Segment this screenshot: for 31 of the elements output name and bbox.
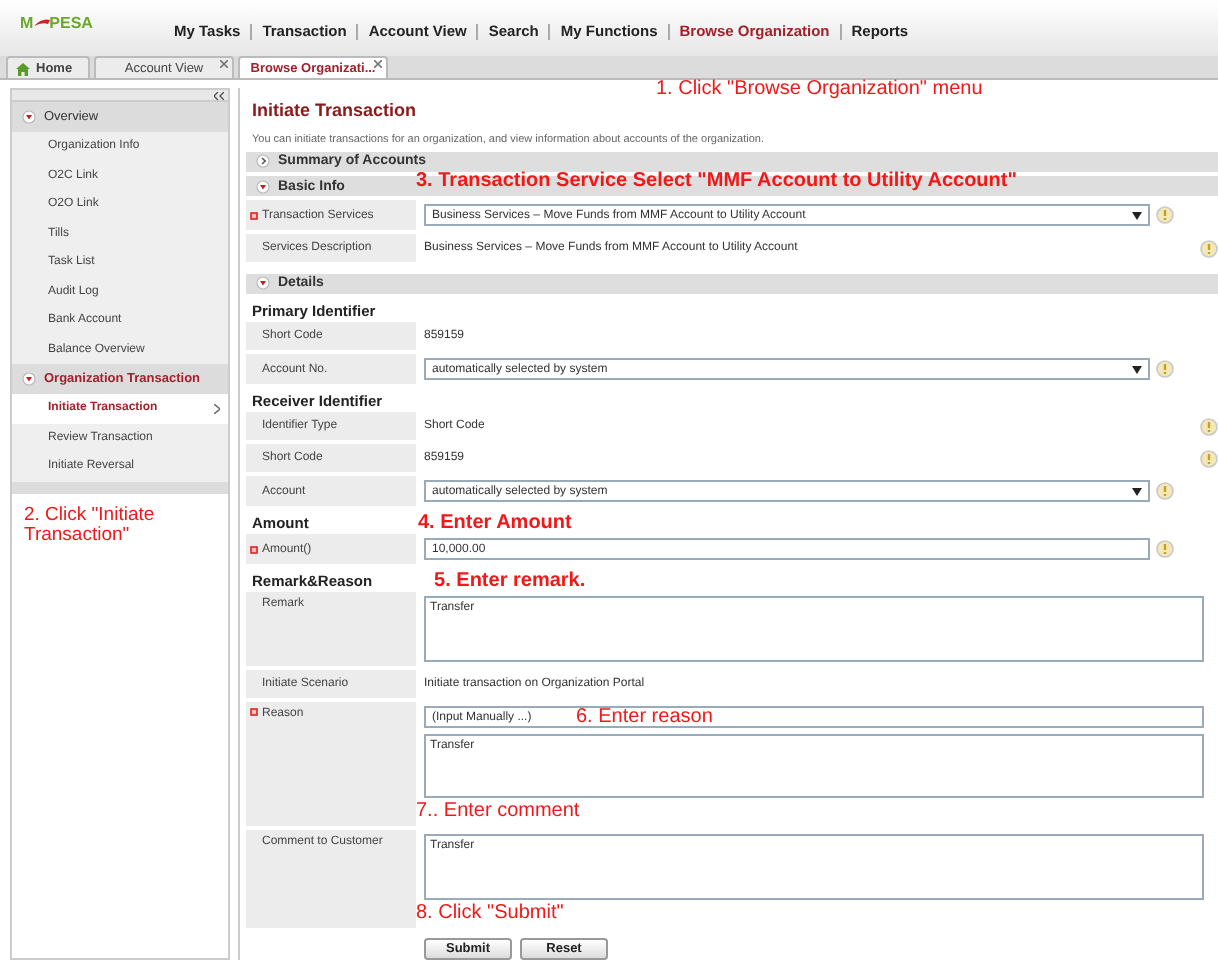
caret-icon xyxy=(1132,487,1142,495)
close-icon[interactable] xyxy=(220,60,228,68)
page-title: Initiate Transaction xyxy=(250,98,419,124)
exclamation-icon xyxy=(1156,360,1174,378)
home-icon xyxy=(16,61,30,75)
collapse-icon[interactable] xyxy=(22,110,36,124)
caret-icon xyxy=(1132,211,1142,220)
logo: M PESA xyxy=(20,13,95,31)
collapse-icon[interactable] xyxy=(256,276,270,291)
exclamation-icon xyxy=(1200,417,1218,435)
swoosh-icon xyxy=(33,17,50,27)
annotation: 5. Enter remark. xyxy=(434,569,586,591)
collapse-icon[interactable] xyxy=(256,179,270,194)
exclamation-icon xyxy=(1156,206,1174,225)
caret-icon xyxy=(1132,365,1142,373)
annotation: 3. Transaction Service Select "MMF Account to Utility Account" xyxy=(416,170,1017,192)
close-icon[interactable] xyxy=(374,60,382,68)
exclamation-icon xyxy=(1200,239,1218,258)
expand-icon[interactable] xyxy=(256,154,270,169)
annotation: 8. Click "Submit" xyxy=(416,902,566,924)
chevron-icon xyxy=(214,403,220,414)
exclamation-icon xyxy=(1156,482,1174,500)
annotation: 4. Enter Amount xyxy=(418,511,572,533)
exclamation-icon xyxy=(1200,449,1218,467)
collapse-icon[interactable] xyxy=(22,372,36,386)
annotation: 1. Click "Browse Organization" menu xyxy=(656,78,983,100)
annotation: 2. Click "Initiate Transaction" xyxy=(22,501,157,547)
annotation: 7.. Enter comment xyxy=(416,800,582,822)
exclamation-icon xyxy=(1156,540,1174,558)
collapse-sidebar-icon[interactable] xyxy=(214,91,224,99)
annotation: 6. Enter reason xyxy=(576,706,713,728)
